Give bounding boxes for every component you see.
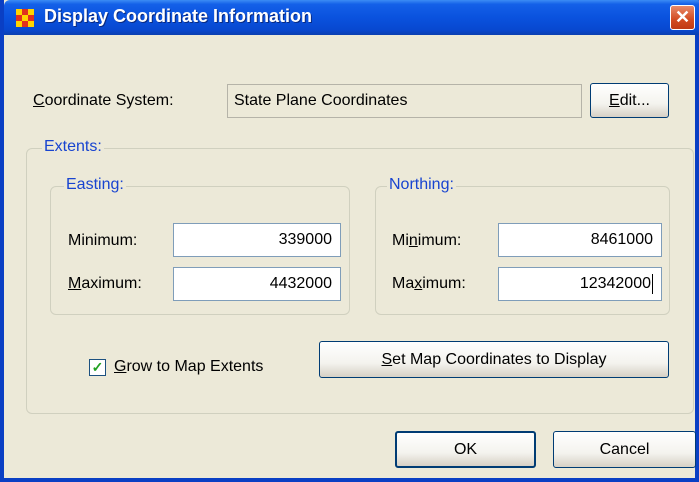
close-icon: ✕ bbox=[674, 7, 691, 27]
northing-max-label: Maximum: bbox=[392, 275, 466, 292]
grow-to-map-extents-label[interactable]: Grow to Map Extents bbox=[114, 358, 263, 376]
northing-min-input[interactable]: 8461000 bbox=[498, 223, 662, 257]
coordinate-system-field: State Plane Coordinates bbox=[227, 84, 582, 118]
easting-max-label: Maximum: bbox=[68, 275, 142, 292]
title-bar[interactable]: Display Coordinate Information ✕ bbox=[4, 0, 699, 35]
ok-button[interactable]: OK bbox=[395, 431, 536, 468]
extents-group-title: Extents: bbox=[42, 138, 104, 156]
grow-to-map-extents-checkbox[interactable]: ✓ bbox=[89, 359, 106, 376]
window-title: Display Coordinate Information bbox=[44, 6, 313, 26]
app-grid-icon bbox=[16, 9, 34, 27]
checkmark-icon: ✓ bbox=[91, 359, 104, 375]
easting-min-label: Minimum: bbox=[68, 232, 138, 249]
coordinate-system-label: Coordinate System: bbox=[33, 92, 174, 109]
dialog-window: Display Coordinate Information ✕ Coordin… bbox=[0, 0, 699, 482]
northing-max-input[interactable]: 12342000 bbox=[498, 267, 662, 301]
set-map-coordinates-button[interactable]: Set Map Coordinates to Display bbox=[319, 341, 669, 378]
easting-max-input[interactable]: 4432000 bbox=[173, 267, 341, 301]
northing-max-value: 12342000 bbox=[579, 275, 651, 292]
northing-group-title: Northing: bbox=[387, 176, 456, 194]
easting-min-input[interactable]: 339000 bbox=[173, 223, 341, 257]
text-caret bbox=[652, 273, 653, 294]
easting-group-title: Easting: bbox=[64, 176, 126, 194]
close-button[interactable]: ✕ bbox=[670, 5, 695, 30]
northing-min-label: Minimum: bbox=[392, 232, 462, 249]
cancel-button[interactable]: Cancel bbox=[553, 431, 696, 468]
edit-button[interactable]: Edit... bbox=[590, 83, 669, 118]
